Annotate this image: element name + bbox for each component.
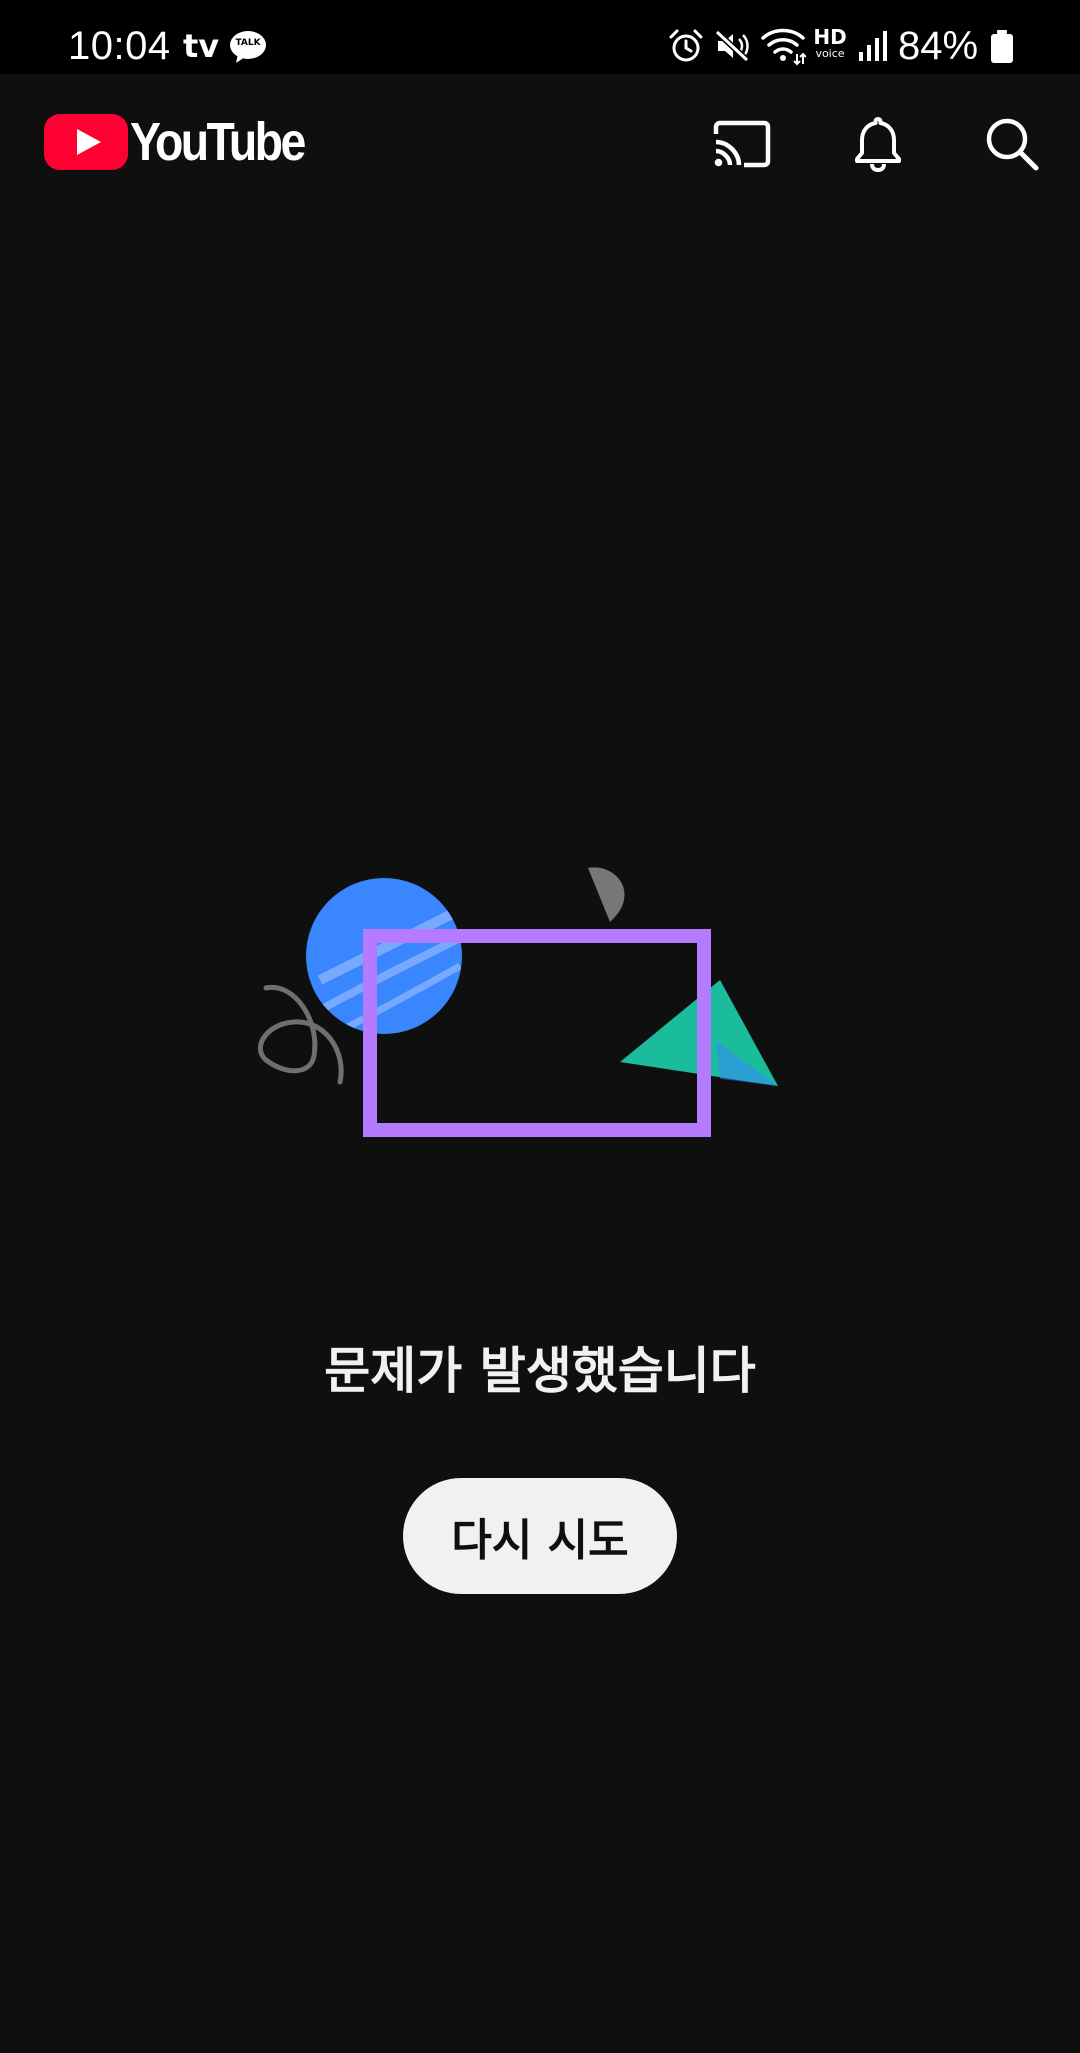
search-icon [986,118,1039,171]
cast-icon [713,120,771,168]
wifi-icon [761,28,806,66]
alarm-icon [669,29,703,62]
error-illustration [258,867,778,1137]
hd-voice-icon: HD voice [813,25,847,60]
error-message: 문제가 발생했습니다 [324,1342,756,1400]
battery-percent: 84% [898,24,979,68]
talk-badge-label: TALK [235,38,261,48]
kakaotalk-icon: TALK [228,28,268,68]
status-time: 10:04 [68,24,171,68]
signal-icon [859,31,887,61]
cast-button[interactable] [702,104,782,184]
top-app-bar: YouTube [0,74,1080,214]
status-bar: 10:04 tv TALK HD voice 84% [0,0,1080,74]
youtube-logo[interactable]: YouTube [44,112,332,172]
retry-button[interactable]: 다시 시도 [403,1478,677,1594]
search-button[interactable] [972,104,1052,184]
tv-badge: tv [183,27,220,65]
youtube-play-icon [44,114,128,170]
battery-icon [991,30,1013,63]
gray-half-shape [588,867,625,922]
notifications-button[interactable] [838,104,918,184]
mute-icon [714,29,750,63]
logo-text: YouTube [130,112,306,172]
notifications-icon [855,117,901,173]
